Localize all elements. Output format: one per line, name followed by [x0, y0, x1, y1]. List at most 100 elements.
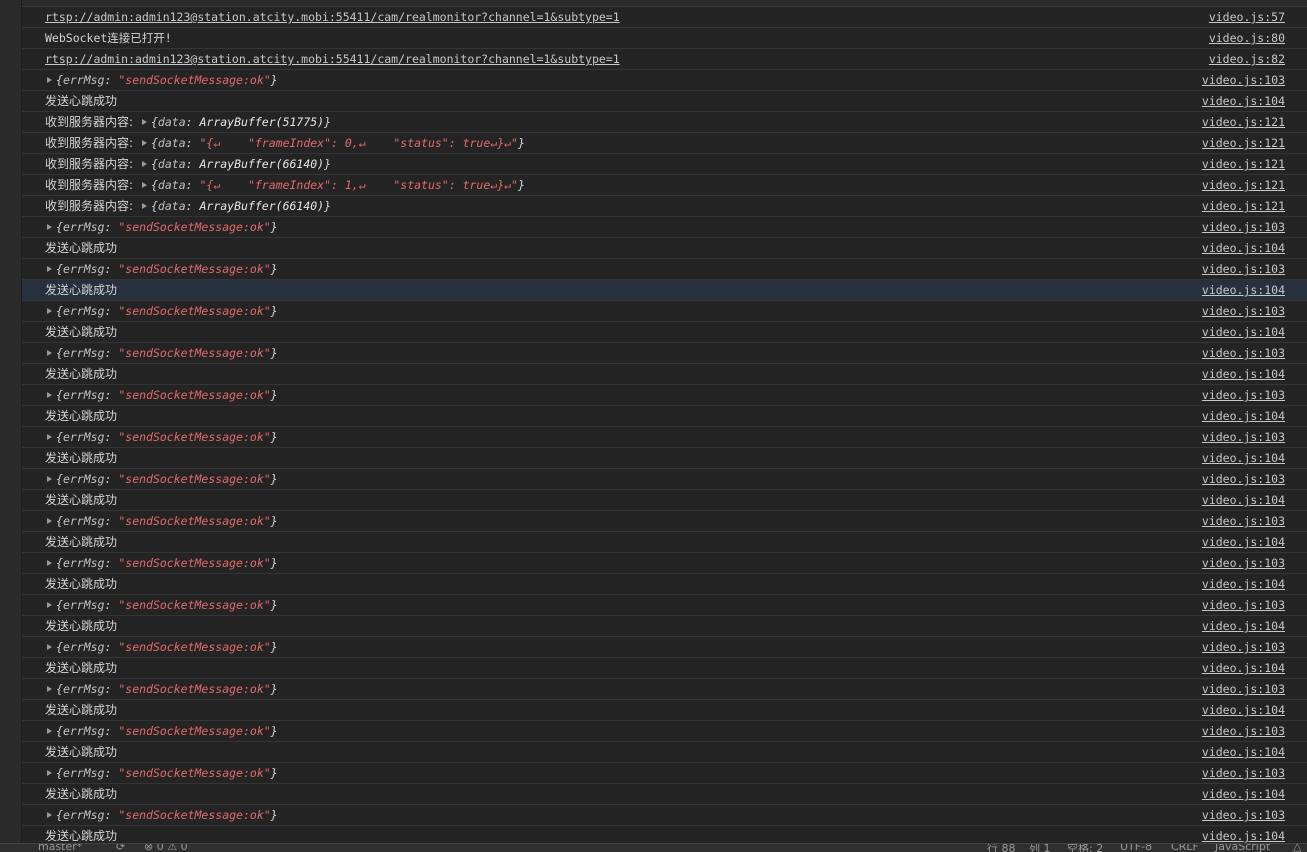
source-link[interactable]: video.js:103	[1202, 553, 1285, 573]
source-link[interactable]: video.js:103	[1202, 343, 1285, 363]
rtsp-url-link[interactable]: rtsp://admin:admin123@station.atcity.mob…	[45, 52, 620, 66]
source-link[interactable]: video.js:104	[1202, 784, 1285, 804]
log-message-link: rtsp://admin:admin123@station.atcity.mob…	[45, 7, 620, 27]
expand-triangle-icon[interactable]	[47, 559, 52, 566]
source-link[interactable]: video.js:103	[1202, 805, 1285, 825]
log-text: 发送心跳成功	[45, 409, 118, 423]
console-row: 发送心跳成功 video.js:104	[22, 238, 1307, 259]
object-value: "sendSocketMessage:ok"	[118, 346, 271, 360]
sync-icon[interactable]: ⟳	[116, 844, 125, 852]
source-link[interactable]: video.js:103	[1202, 511, 1285, 531]
expand-triangle-icon[interactable]	[47, 433, 52, 440]
source-link[interactable]: video.js:103	[1202, 70, 1285, 90]
source-link[interactable]: video.js:103	[1202, 763, 1285, 783]
encoding-setting[interactable]: UTF-8	[1120, 844, 1152, 852]
bell-icon[interactable]: △	[1293, 844, 1301, 852]
expand-triangle-icon[interactable]	[47, 517, 52, 524]
expand-triangle-icon[interactable]	[47, 685, 52, 692]
expand-triangle-icon[interactable]	[141, 160, 147, 167]
source-link[interactable]: video.js:104	[1202, 280, 1285, 300]
source-link[interactable]: video.js:121	[1202, 133, 1285, 153]
source-link[interactable]: video.js:121	[1202, 112, 1285, 132]
language-mode[interactable]: JavaScript	[1215, 844, 1270, 852]
source-link[interactable]: video.js:104	[1202, 91, 1285, 111]
problems-indicator[interactable]: ⊗ 0 ⚠ 0	[144, 844, 188, 852]
log-message: 发送心跳成功	[45, 616, 117, 636]
expand-triangle-icon[interactable]	[141, 202, 147, 209]
source-link[interactable]: video.js:103	[1202, 385, 1285, 405]
expand-triangle-icon[interactable]	[47, 307, 52, 314]
expand-triangle-icon[interactable]	[47, 811, 52, 818]
source-link[interactable]: video.js:103	[1202, 721, 1285, 741]
log-object: {errMsg: "sendSocketMessage:ok"}	[45, 511, 278, 531]
eol-setting[interactable]: CRLF	[1171, 844, 1199, 852]
expand-triangle-icon[interactable]	[47, 76, 52, 83]
source-link[interactable]: video.js:104	[1202, 322, 1285, 342]
expand-triangle-icon[interactable]	[47, 769, 52, 776]
source-link[interactable]: video.js:104	[1202, 238, 1285, 258]
object-key: errMsg	[62, 472, 105, 486]
log-message: 发送心跳成功	[45, 574, 117, 594]
source-link[interactable]: video.js:103	[1202, 595, 1285, 615]
source-link[interactable]: video.js:104	[1202, 406, 1285, 426]
console-row: rtsp://admin:admin123@station.atcity.mob…	[22, 7, 1307, 28]
source-link[interactable]: video.js:104	[1202, 448, 1285, 468]
received-label: 收到服务器内容:	[45, 136, 134, 150]
activity-gutter	[0, 0, 22, 852]
object-value: "{↵ "frameIndex": 0,↵ "status": true↵}↵"	[199, 136, 518, 150]
object-key: data	[157, 115, 186, 129]
log-object: {errMsg: "sendSocketMessage:ok"}	[45, 70, 278, 90]
source-link[interactable]: video.js:103	[1202, 679, 1285, 699]
source-link[interactable]: video.js:103	[1202, 259, 1285, 279]
expand-triangle-icon[interactable]	[47, 223, 52, 230]
expand-triangle-icon[interactable]	[141, 139, 147, 146]
source-link[interactable]: video.js:103	[1202, 427, 1285, 447]
source-link[interactable]: video.js:104	[1202, 700, 1285, 720]
log-text: 发送心跳成功	[45, 367, 118, 381]
expand-triangle-icon[interactable]	[47, 727, 52, 734]
log-text: WebSocket连接已打开!	[45, 31, 172, 45]
source-link[interactable]: video.js:103	[1202, 469, 1285, 489]
rtsp-url-link[interactable]: rtsp://admin:admin123@station.atcity.mob…	[45, 10, 620, 24]
log-text: 发送心跳成功	[45, 829, 118, 843]
source-link[interactable]: video.js:103	[1202, 301, 1285, 321]
expand-triangle-icon[interactable]	[141, 118, 147, 125]
source-link[interactable]: video.js:104	[1202, 364, 1285, 384]
cursor-line[interactable]: 行 88	[987, 844, 1016, 852]
expand-triangle-icon[interactable]	[47, 601, 52, 608]
log-received: 收到服务器内容: {data: ArrayBuffer(66140)}	[45, 199, 332, 213]
log-object: {errMsg: "sendSocketMessage:ok"}	[45, 805, 278, 825]
source-link[interactable]: video.js:104	[1202, 742, 1285, 762]
object-key: errMsg	[62, 388, 105, 402]
log-message-link: rtsp://admin:admin123@station.atcity.mob…	[45, 49, 620, 69]
source-link[interactable]: video.js:104	[1202, 574, 1285, 594]
expand-triangle-icon[interactable]	[47, 391, 52, 398]
object-key: errMsg	[62, 556, 105, 570]
indent-setting[interactable]: 空格: 2	[1067, 844, 1103, 852]
expand-triangle-icon[interactable]	[47, 643, 52, 650]
source-link[interactable]: video.js:104	[1202, 532, 1285, 552]
console-row: 收到服务器内容: {data: ArrayBuffer(66140)} video…	[22, 196, 1307, 217]
source-link[interactable]: video.js:103	[1202, 217, 1285, 237]
cursor-col[interactable]: 列 1	[1029, 844, 1051, 852]
source-link[interactable]: video.js:121	[1202, 175, 1285, 195]
console-row: {errMsg: "sendSocketMessage:ok"} video.js…	[22, 721, 1307, 742]
branch-indicator[interactable]: master*	[38, 844, 82, 852]
source-link[interactable]: video.js:103	[1202, 637, 1285, 657]
expand-triangle-icon[interactable]	[47, 265, 52, 272]
expand-triangle-icon[interactable]	[47, 349, 52, 356]
log-received: 收到服务器内容: {data: "{↵ "frameIndex": 0,↵ "s…	[45, 136, 525, 150]
source-link[interactable]: video.js:80	[1209, 28, 1285, 48]
object-value: ArrayBuffer(51775)	[199, 115, 325, 129]
source-link[interactable]: video.js:121	[1202, 154, 1285, 174]
console-toolbar	[22, 0, 1307, 7]
source-link[interactable]: video.js:121	[1202, 196, 1285, 216]
source-link[interactable]: video.js:82	[1209, 49, 1285, 69]
source-link[interactable]: video.js:104	[1202, 490, 1285, 510]
source-link[interactable]: video.js:57	[1209, 7, 1285, 27]
expand-triangle-icon[interactable]	[47, 475, 52, 482]
source-link[interactable]: video.js:104	[1202, 616, 1285, 636]
source-link[interactable]: video.js:104	[1202, 658, 1285, 678]
console-row: 发送心跳成功 video.js:104	[22, 658, 1307, 679]
expand-triangle-icon[interactable]	[141, 181, 147, 188]
